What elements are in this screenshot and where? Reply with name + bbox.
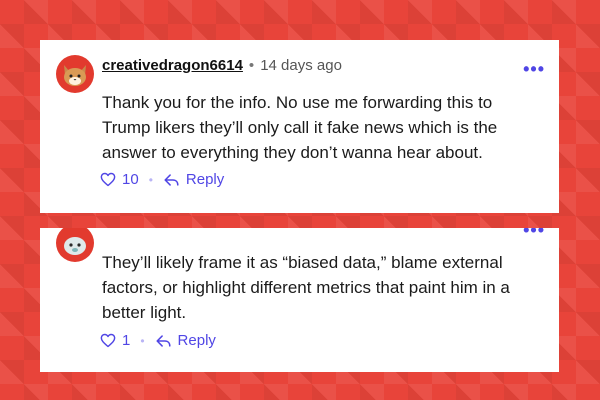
timestamp: 14 days ago	[260, 57, 342, 74]
separator-dot: •	[248, 57, 255, 74]
comment-text: They’ll likely frame it as “biased data,…	[102, 253, 510, 322]
animal-face-icon	[64, 237, 86, 255]
more-options-icon[interactable]: •••	[523, 228, 545, 241]
heart-icon	[100, 333, 116, 348]
cat-face-icon	[64, 65, 86, 86]
like-count: 10	[122, 171, 139, 188]
reply-button[interactable]: Reply	[155, 332, 216, 349]
username-link[interactable]: creativedragon6614	[102, 57, 243, 74]
reply-arrow-icon	[164, 173, 179, 186]
comment-header: creativedragon6614 • 14 days ago	[102, 57, 342, 74]
like-button[interactable]: 1	[100, 332, 130, 349]
comment-header	[102, 228, 116, 235]
comment-actions: 10 • Reply	[100, 171, 224, 188]
comment-actions: 1 • Reply	[100, 332, 216, 349]
like-button[interactable]: 10	[100, 171, 139, 188]
comment-card: creativedragon6614 • 14 days ago ••• Thank…	[40, 40, 559, 213]
comment-text: Thank you for the info. No use me forwar…	[102, 93, 498, 162]
reply-label: Reply	[185, 171, 225, 188]
heart-icon	[100, 172, 116, 187]
like-count: 1	[122, 332, 131, 349]
reply-button[interactable]: Reply	[163, 171, 224, 188]
avatar[interactable]	[56, 55, 94, 93]
separator-dot: •	[148, 172, 153, 187]
separator-dot: •	[140, 333, 145, 348]
avatar[interactable]	[56, 228, 94, 262]
reply-arrow-icon	[155, 334, 171, 347]
reply-label: Reply	[177, 332, 216, 349]
more-options-icon[interactable]: •••	[523, 59, 545, 80]
comment-card: ••• They’ll likely frame it as “biased d…	[40, 228, 559, 372]
